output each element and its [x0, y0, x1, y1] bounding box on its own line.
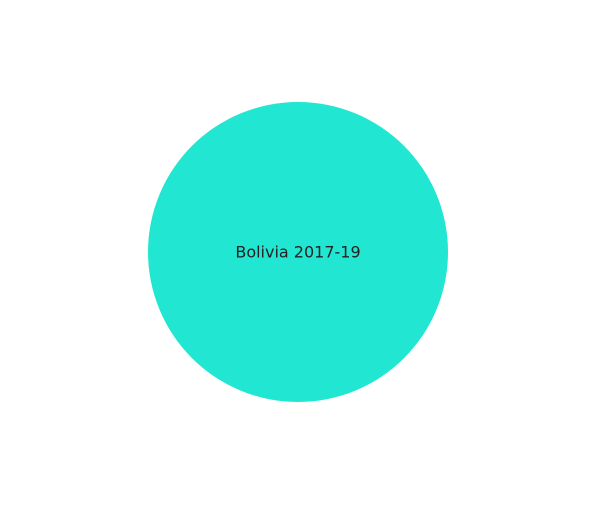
- pie-labels: Bolivia 2017-19: [235, 243, 360, 262]
- pie-slice-label: Bolivia 2017-19: [235, 243, 360, 262]
- pie-chart: Bolivia 2017-19: [148, 102, 448, 402]
